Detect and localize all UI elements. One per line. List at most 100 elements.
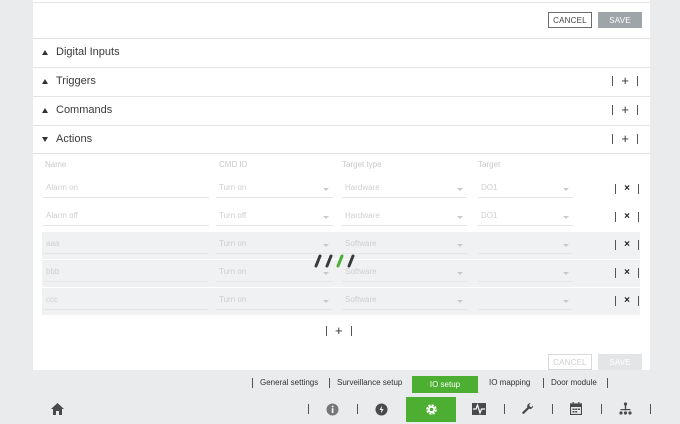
cmd-id-select[interactable]: Turn on <box>216 237 333 254</box>
tab-divider <box>607 378 608 388</box>
save-button-bottom[interactable]: SAVE <box>598 354 642 370</box>
calendar-icon[interactable] <box>570 402 582 415</box>
divider <box>612 134 614 144</box>
name-input[interactable]: ccc <box>43 293 209 310</box>
dropdown-arrow-icon <box>563 272 569 275</box>
tab-divider <box>329 378 330 388</box>
section-triggers[interactable]: Triggers + <box>33 67 650 96</box>
add-row-control: + <box>326 324 352 337</box>
divider <box>638 296 639 306</box>
dropdown-arrow-icon <box>323 188 329 191</box>
gear-tab-active[interactable] <box>406 397 456 422</box>
divider <box>637 76 638 86</box>
cmd-id-select[interactable]: Turn off <box>216 209 333 226</box>
section-commands[interactable]: Commands + <box>33 96 650 125</box>
name-input[interactable]: bbb <box>43 265 209 282</box>
dropdown-arrow-icon <box>457 188 463 191</box>
row-controls: × <box>615 212 639 222</box>
collapse-caret-icon <box>42 50 48 55</box>
delete-row-button[interactable]: × <box>624 268 630 278</box>
tab-io-setup[interactable]: IO setup <box>412 376 478 393</box>
add-command-button[interactable]: + <box>621 103 629 116</box>
collapse-caret-icon <box>42 108 48 113</box>
divider <box>612 76 614 86</box>
loading-spinner-icon <box>314 254 355 268</box>
add-trigger-button[interactable]: + <box>621 74 629 87</box>
target-select[interactable] <box>478 237 573 254</box>
toolbar-divider <box>601 404 602 414</box>
column-header-name: Name <box>45 160 67 169</box>
wrench-icon[interactable] <box>522 403 534 415</box>
target-type-value: Software <box>345 239 377 248</box>
column-header-target: Target <box>478 160 501 169</box>
tab-divider <box>252 378 253 388</box>
dropdown-arrow-icon <box>323 216 329 219</box>
target-select[interactable] <box>478 265 573 282</box>
add-action-row-button[interactable]: + <box>335 324 343 337</box>
dropdown-arrow-icon <box>563 300 569 303</box>
divider <box>350 326 352 336</box>
divider <box>615 268 617 278</box>
waveform-icon[interactable] <box>472 403 486 415</box>
target-type-value: Software <box>345 295 377 304</box>
add-action-button[interactable]: + <box>621 132 629 145</box>
cancel-button-bottom[interactable]: CANCEL <box>548 354 592 370</box>
tab-surveillance-setup[interactable]: Surveillance setup <box>337 378 402 387</box>
section-actions[interactable]: Actions + <box>33 125 650 154</box>
target-type-select[interactable]: Software <box>342 265 467 282</box>
divider <box>638 240 639 250</box>
save-button[interactable]: SAVE <box>598 12 642 28</box>
home-icon[interactable] <box>51 403 64 415</box>
top-divider <box>33 2 650 3</box>
tab-general-settings[interactable]: General settings <box>260 378 318 387</box>
bottom-navigation: General settings Surveillance setup IO m… <box>0 370 680 424</box>
collapse-caret-icon <box>42 79 48 84</box>
section-digital-inputs[interactable]: Digital Inputs <box>33 38 650 67</box>
tab-door-module[interactable]: Door module <box>551 378 597 387</box>
dropdown-arrow-icon <box>457 300 463 303</box>
dropdown-arrow-icon <box>457 216 463 219</box>
delete-row-button[interactable]: × <box>624 296 630 306</box>
section-title: Commands <box>56 104 113 116</box>
tab-divider <box>543 378 544 388</box>
target-select[interactable] <box>478 293 573 310</box>
power-icon[interactable] <box>375 403 388 416</box>
cmd-id-value: Turn on <box>219 267 247 276</box>
section-controls: + <box>612 103 638 116</box>
target-value: DO1 <box>481 183 498 192</box>
toolbar-divider <box>308 404 309 414</box>
gear-icon <box>425 404 437 415</box>
target-type-select[interactable]: Software <box>342 293 467 310</box>
cmd-id-select[interactable]: Turn on <box>216 181 333 198</box>
section-controls: + <box>612 74 638 87</box>
target-value: DO1 <box>481 211 498 220</box>
io-setup-panel: CANCEL SAVE Digital Inputs Triggers + Co… <box>33 0 650 370</box>
name-input[interactable]: Alarm off <box>43 209 209 226</box>
target-select[interactable]: DO1 <box>478 181 573 198</box>
delete-row-button[interactable]: × <box>624 240 630 250</box>
delete-row-button[interactable]: × <box>624 184 630 194</box>
divider <box>615 296 617 306</box>
section-title: Digital Inputs <box>56 46 120 58</box>
dropdown-arrow-icon <box>323 244 329 247</box>
name-input[interactable]: aaa <box>43 237 209 254</box>
row-controls: × <box>615 268 639 278</box>
network-icon[interactable] <box>619 402 632 415</box>
cancel-button[interactable]: CANCEL <box>548 12 592 28</box>
target-type-select[interactable]: Software <box>342 237 467 254</box>
divider <box>615 184 617 194</box>
tab-io-mapping[interactable]: IO mapping <box>489 378 530 387</box>
toolbar-divider <box>650 404 651 414</box>
name-input[interactable]: Alarm on <box>43 181 209 198</box>
section-title: Triggers <box>56 75 96 87</box>
row-controls: × <box>615 184 639 194</box>
divider <box>638 212 639 222</box>
cmd-id-select[interactable]: Turn on <box>216 293 333 310</box>
target-select[interactable]: DO1 <box>478 209 573 226</box>
target-type-select[interactable]: Hardware <box>342 181 467 198</box>
info-icon[interactable] <box>326 403 339 416</box>
delete-row-button[interactable]: × <box>624 212 630 222</box>
divider <box>638 184 639 194</box>
target-type-select[interactable]: Hardware <box>342 209 467 226</box>
cmd-id-value: Turn on <box>219 239 247 248</box>
